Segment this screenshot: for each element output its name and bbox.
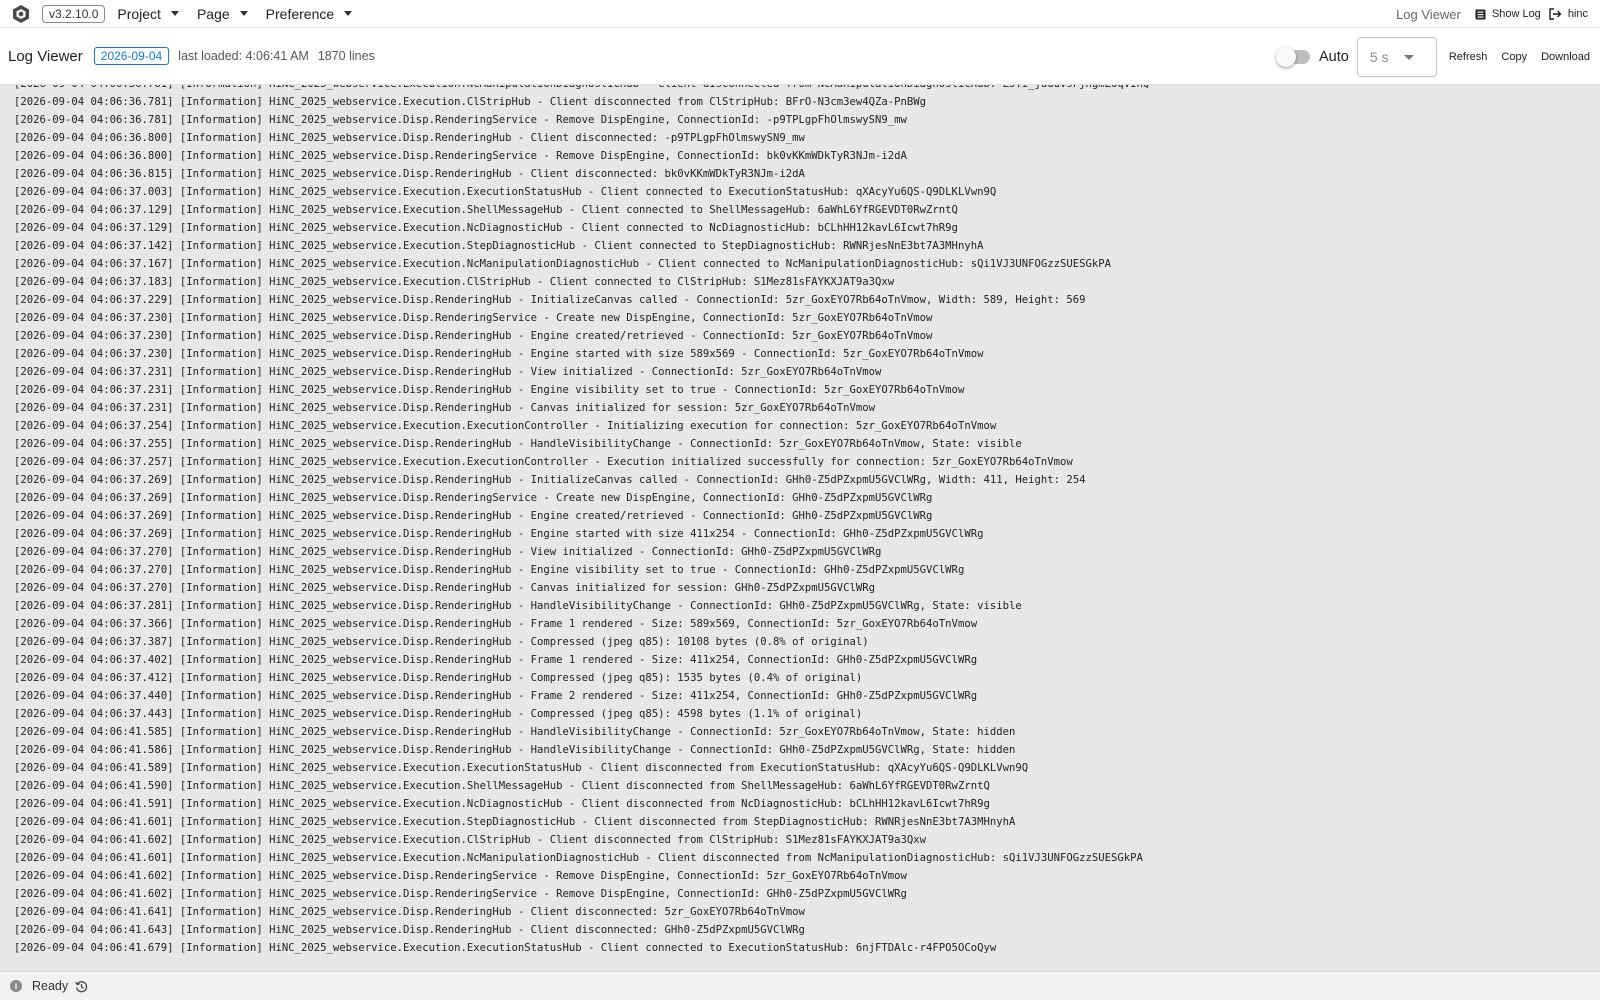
caret-down-icon: [170, 11, 179, 16]
log-line: [2026-09-04 04:06:41.679] [Information] …: [14, 942, 997, 954]
log-line: [2026-09-04 04:06:37.003] [Information] …: [14, 186, 997, 198]
download-button[interactable]: Download: [1541, 51, 1590, 63]
log-list-icon: [1475, 9, 1486, 19]
menu-page-label: Page: [196, 5, 230, 22]
menu-bar: v3.2.10.0 Project Page Preference Log Vi…: [0, 0, 1600, 28]
log-line: [2026-09-04 04:06:37.255] [Information] …: [14, 438, 1022, 450]
log-line: [2026-09-04 04:06:41.589] [Information] …: [14, 762, 1029, 774]
log-line: [2026-09-04 04:06:37.129] [Information] …: [14, 222, 958, 234]
log-line: [2026-09-04 04:06:36.800] [Information] …: [14, 150, 907, 162]
user-logout-button[interactable]: hinc: [1549, 8, 1588, 20]
menu-project-label: Project: [117, 5, 161, 22]
log-line: [2026-09-04 04:06:37.257] [Information] …: [14, 456, 1073, 468]
menu-page[interactable]: Page: [197, 6, 248, 22]
current-app-name: Log Viewer: [1396, 6, 1461, 22]
logout-icon: [1549, 8, 1562, 20]
log-line: [2026-09-04 04:06:37.440] [Information] …: [14, 690, 978, 702]
auto-refresh-label: Auto: [1319, 48, 1349, 65]
menu-project[interactable]: Project: [117, 6, 179, 22]
version-badge: v3.2.10.0: [42, 4, 106, 23]
log-line: [2026-09-04 04:06:37.142] [Information] …: [14, 240, 984, 252]
caret-down-icon: [239, 11, 248, 16]
log-content-area[interactable]: [2026-09-04 04:06:36.781] [Information] …: [0, 85, 1600, 971]
last-loaded-text: last loaded: 4:06:41 AM: [178, 49, 309, 63]
log-line: [2026-09-04 04:06:37.402] [Information] …: [14, 654, 978, 666]
refresh-interval-select[interactable]: 5 s: [1356, 36, 1437, 77]
log-line: [2026-09-04 04:06:37.183] [Information] …: [14, 276, 895, 288]
log-line: [2026-09-04 04:06:41.602] [Information] …: [14, 888, 907, 900]
log-line: [2026-09-04 04:06:41.641] [Information] …: [14, 906, 805, 918]
log-line: [2026-09-04 04:06:37.270] [Information] …: [14, 564, 965, 576]
refresh-button[interactable]: Refresh: [1449, 51, 1488, 63]
log-line: [2026-09-04 04:06:41.643] [Information] …: [14, 924, 805, 936]
log-date-badge[interactable]: 2026-09-04: [93, 47, 170, 65]
log-line: [2026-09-04 04:06:37.270] [Information] …: [14, 582, 876, 594]
status-text: Ready: [32, 979, 69, 993]
log-lines: [2026-09-04 04:06:36.781] [Information] …: [14, 85, 1149, 957]
copy-button[interactable]: Copy: [1501, 51, 1527, 63]
history-icon[interactable]: [75, 980, 88, 993]
log-line: [2026-09-04 04:06:37.230] [Information] …: [14, 312, 933, 324]
log-line: [2026-09-04 04:06:37.270] [Information] …: [14, 546, 882, 558]
log-line: [2026-09-04 04:06:41.601] [Information] …: [14, 816, 1016, 828]
menu-preference[interactable]: Preference: [265, 5, 353, 22]
caret-down-icon: [344, 11, 353, 16]
log-line: [2026-09-04 04:06:37.443] [Information] …: [14, 708, 863, 720]
log-line: [2026-09-04 04:06:36.815] [Information] …: [14, 168, 805, 180]
log-line: [2026-09-04 04:06:37.231] [Information] …: [14, 366, 882, 378]
log-viewer-toolbar: Log Viewer 2026-09-04 last loaded: 4:06:…: [0, 28, 1600, 85]
user-name: hinc: [1567, 8, 1588, 20]
page-title: Log Viewer: [8, 47, 83, 65]
log-line: [2026-09-04 04:06:37.281] [Information] …: [14, 600, 1022, 612]
log-line: [2026-09-04 04:06:37.269] [Information] …: [14, 528, 984, 540]
status-bar: i Ready: [0, 971, 1600, 1000]
log-line: [2026-09-04 04:06:37.230] [Information] …: [14, 330, 933, 342]
caret-down-icon: [1403, 54, 1414, 60]
app-logo-icon[interactable]: [10, 3, 32, 25]
log-line: [2026-09-04 04:06:37.269] [Information] …: [14, 492, 933, 504]
auto-refresh-toggle[interactable]: [1276, 46, 1311, 67]
menu-preference-label: Preference: [265, 5, 335, 22]
log-line: [2026-09-04 04:06:37.231] [Information] …: [14, 384, 965, 396]
log-line: [2026-09-04 04:06:37.387] [Information] …: [14, 636, 869, 648]
log-line: [2026-09-04 04:06:37.230] [Information] …: [14, 348, 984, 360]
log-line: [2026-09-04 04:06:37.129] [Information] …: [14, 204, 958, 216]
log-line: [2026-09-04 04:06:41.585] [Information] …: [14, 726, 1016, 738]
log-line: [2026-09-04 04:06:36.800] [Information] …: [14, 132, 805, 144]
log-line: [2026-09-04 04:06:36.781] [Information] …: [14, 96, 927, 108]
log-line: [2026-09-04 04:06:37.167] [Information] …: [14, 258, 1112, 270]
log-line: [2026-09-04 04:06:37.366] [Information] …: [14, 618, 978, 630]
log-line: [2026-09-04 04:06:36.781] [Information] …: [14, 85, 1149, 93]
line-count-text: 1870 lines: [317, 49, 375, 63]
log-line: [2026-09-04 04:06:36.781] [Information] …: [14, 114, 907, 126]
refresh-interval-value: 5 s: [1369, 48, 1389, 65]
show-log-button[interactable]: Show Log: [1475, 8, 1541, 20]
log-line: [2026-09-04 04:06:37.269] [Information] …: [14, 510, 933, 522]
log-line: [2026-09-04 04:06:41.601] [Information] …: [14, 852, 1143, 864]
log-line: [2026-09-04 04:06:41.590] [Information] …: [14, 780, 990, 792]
log-line: [2026-09-04 04:06:37.231] [Information] …: [14, 402, 876, 414]
log-line: [2026-09-04 04:06:41.591] [Information] …: [14, 798, 990, 810]
toggle-knob: [1276, 46, 1297, 67]
show-log-label: Show Log: [1491, 8, 1541, 20]
log-line: [2026-09-04 04:06:37.412] [Information] …: [14, 672, 863, 684]
log-line: [2026-09-04 04:06:41.586] [Information] …: [14, 744, 1016, 756]
log-line: [2026-09-04 04:06:41.602] [Information] …: [14, 834, 927, 846]
log-line: [2026-09-04 04:06:37.229] [Information] …: [14, 294, 1086, 306]
log-line: [2026-09-04 04:06:41.602] [Information] …: [14, 870, 907, 882]
log-line: [2026-09-04 04:06:37.269] [Information] …: [14, 474, 1086, 486]
info-icon: i: [10, 980, 22, 992]
log-line: [2026-09-04 04:06:37.254] [Information] …: [14, 420, 997, 432]
